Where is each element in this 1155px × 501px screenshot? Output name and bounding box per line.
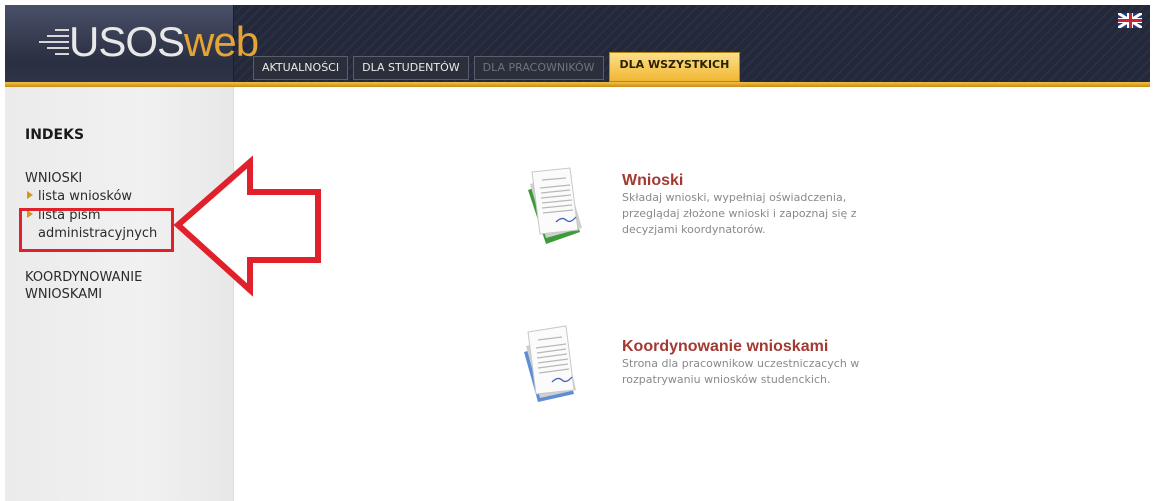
- card-desc-wnioski: Składaj wnioski, wypełniaj oświadczenia,…: [622, 190, 882, 238]
- logo-text-usos: USOS: [69, 18, 185, 65]
- card-desc-line: rozpatrywaniu wniosków studenckich.: [622, 373, 831, 386]
- sidebar-section-label: KOORDYNOWANIE: [25, 270, 143, 285]
- usosweb-logo[interactable]: USOSweb: [25, 18, 259, 69]
- card-desc-line: Strona dla pracownikow uczestniczacych w: [622, 357, 860, 370]
- annotation-arrow-icon: [173, 155, 321, 297]
- sidebar-section-label-cont: WNIOSKAMI: [25, 287, 103, 302]
- uk-flag-icon[interactable]: [1118, 13, 1142, 28]
- main-nav-tabs: AKTUALNOŚCI DLA STUDENTÓW DLA PRACOWNIKÓ…: [253, 52, 745, 82]
- card-desc-line: decyzjami koordynatorów.: [622, 223, 766, 236]
- card-desc-line: Składaj wnioski, wypełniaj oświadczenia,: [622, 191, 847, 204]
- bullet-icon: [27, 191, 33, 199]
- tab-dla-studentow[interactable]: DLA STUDENTÓW: [353, 56, 469, 80]
- logo-text-web: web: [184, 18, 259, 65]
- logo-text: USOSweb: [69, 17, 259, 67]
- logo-area[interactable]: USOSweb: [5, 5, 259, 85]
- tab-dla-pracownikow[interactable]: DLA PRACOWNIKÓW: [473, 56, 604, 80]
- document-blue-icon: [524, 325, 576, 402]
- card-title-koordynowanie[interactable]: Koordynowanie wnioskami: [622, 338, 828, 356]
- tab-dla-wszystkich[interactable]: DLA WSZYSTKICH: [608, 52, 741, 82]
- tab-aktualnosci[interactable]: AKTUALNOŚCI: [253, 56, 349, 80]
- sidebar-title: INDEKS: [25, 127, 85, 143]
- card-desc-koordynowanie: Strona dla pracownikow uczestniczacych w…: [622, 356, 882, 388]
- logo-lines-icon: [25, 27, 69, 61]
- usosweb-page: USOSweb AKTUALNOŚCI DLA STUDENTÓW DLA PR…: [0, 0, 1155, 501]
- top-header: USOSweb AKTUALNOŚCI DLA STUDENTÓW DLA PR…: [5, 5, 1150, 85]
- card-desc-line: przeglądaj złożone wnioski i zapoznaj si…: [622, 207, 857, 220]
- card-title-wnioski[interactable]: Wnioski: [622, 172, 683, 190]
- sidebar-link-label: lista wniosków: [38, 189, 133, 204]
- sidebar-section-koordynowanie[interactable]: KOORDYNOWANIE WNIOSKAMI: [25, 269, 142, 303]
- document-green-icon: [528, 167, 582, 244]
- highlight-box: [19, 208, 174, 252]
- sidebar-link-lista-wnioskow[interactable]: lista wniosków: [27, 188, 132, 206]
- sidebar-section-wnioski[interactable]: WNIOSKI: [25, 170, 82, 187]
